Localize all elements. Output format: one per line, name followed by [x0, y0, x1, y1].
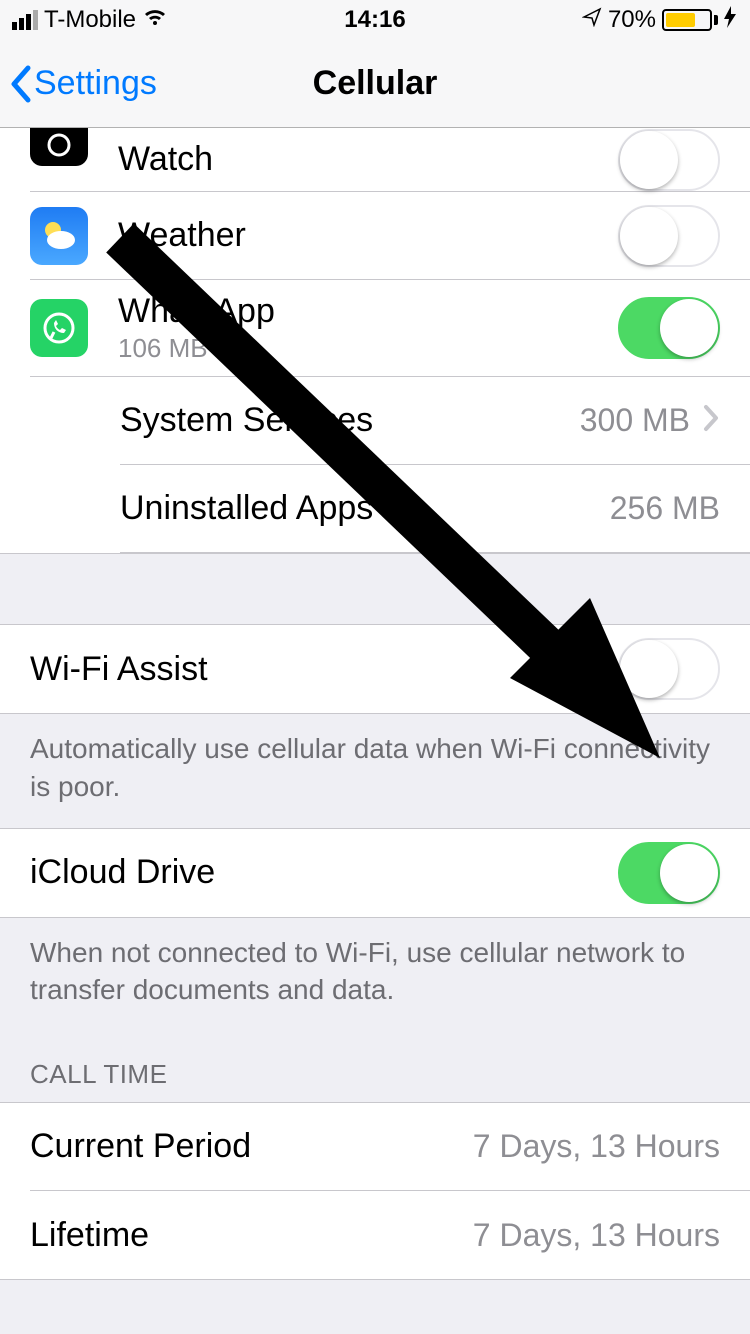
cell-title: WhatsApp [118, 292, 618, 331]
cell-title: Wi-Fi Assist [30, 650, 618, 689]
status-bar: T-Mobile 14:16 70% [0, 0, 750, 40]
icloud-drive-footer: When not connected to Wi-Fi, use cellula… [0, 918, 750, 1032]
status-time: 14:16 [344, 6, 405, 34]
battery-icon [662, 9, 718, 31]
cell-title: System Services [120, 401, 568, 440]
charging-icon [724, 6, 738, 35]
icloud-drive-group: iCloud Drive [0, 828, 750, 918]
signal-strength-icon [12, 10, 38, 30]
cell-value: 7 Days, 13 Hours [473, 1217, 720, 1254]
wifi-assist-footer: Automatically use cellular data when Wi-… [0, 714, 750, 828]
location-icon [582, 6, 602, 34]
cell-title: Uninstalled Apps [120, 489, 598, 528]
cell-icloud-drive[interactable]: iCloud Drive [0, 829, 750, 917]
cell-lifetime: Lifetime 7 Days, 13 Hours [30, 1191, 750, 1279]
cell-title: Lifetime [30, 1216, 461, 1255]
cell-whatsapp[interactable]: WhatsApp 106 MB [30, 280, 750, 377]
status-left: T-Mobile [12, 6, 168, 34]
cell-usage: 106 MB [118, 333, 618, 364]
weather-app-icon [30, 207, 88, 265]
cell-weather[interactable]: Weather [30, 192, 750, 280]
cell-value: 256 MB [610, 490, 720, 527]
cell-current-period: Current Period 7 Days, 13 Hours [30, 1103, 750, 1191]
call-time-group: Current Period 7 Days, 13 Hours Lifetime… [0, 1102, 750, 1280]
battery-percentage: 70% [608, 6, 656, 34]
chevron-left-icon [8, 64, 32, 104]
cell-value: 7 Days, 13 Hours [473, 1128, 720, 1165]
cell-title: Weather [118, 216, 618, 255]
back-button[interactable]: Settings [0, 64, 157, 104]
carrier-label: T-Mobile [44, 6, 136, 34]
cell-wifi-assist[interactable]: Wi-Fi Assist [0, 625, 750, 713]
cell-system-services[interactable]: System Services 300 MB [120, 377, 750, 465]
watch-toggle[interactable] [618, 129, 720, 191]
wifi-assist-toggle[interactable] [618, 638, 720, 700]
wifi-icon [142, 6, 168, 34]
cell-value: 300 MB [580, 402, 690, 439]
whatsapp-toggle[interactable] [618, 297, 720, 359]
content: Watch Weather WhatsApp 106 MB System Ser… [0, 128, 750, 1334]
cell-uninstalled-apps[interactable]: Uninstalled Apps 256 MB [120, 465, 750, 553]
icloud-drive-toggle[interactable] [618, 842, 720, 904]
back-label: Settings [34, 64, 157, 103]
whatsapp-app-icon [30, 299, 88, 357]
chevron-right-icon [702, 403, 720, 438]
cell-title: Watch [118, 140, 618, 179]
status-right: 70% [582, 6, 738, 35]
apps-group: Watch Weather WhatsApp 106 MB System Ser… [0, 128, 750, 553]
navigation-bar: Settings Cellular [0, 40, 750, 128]
watch-app-icon [30, 128, 88, 166]
spacer [0, 554, 750, 624]
call-time-header: CALL TIME [0, 1031, 750, 1102]
cell-title: Current Period [30, 1127, 461, 1166]
cell-title: iCloud Drive [30, 853, 618, 892]
wifi-assist-group: Wi-Fi Assist [0, 624, 750, 714]
cell-watch[interactable]: Watch [30, 128, 750, 192]
weather-toggle[interactable] [618, 205, 720, 267]
